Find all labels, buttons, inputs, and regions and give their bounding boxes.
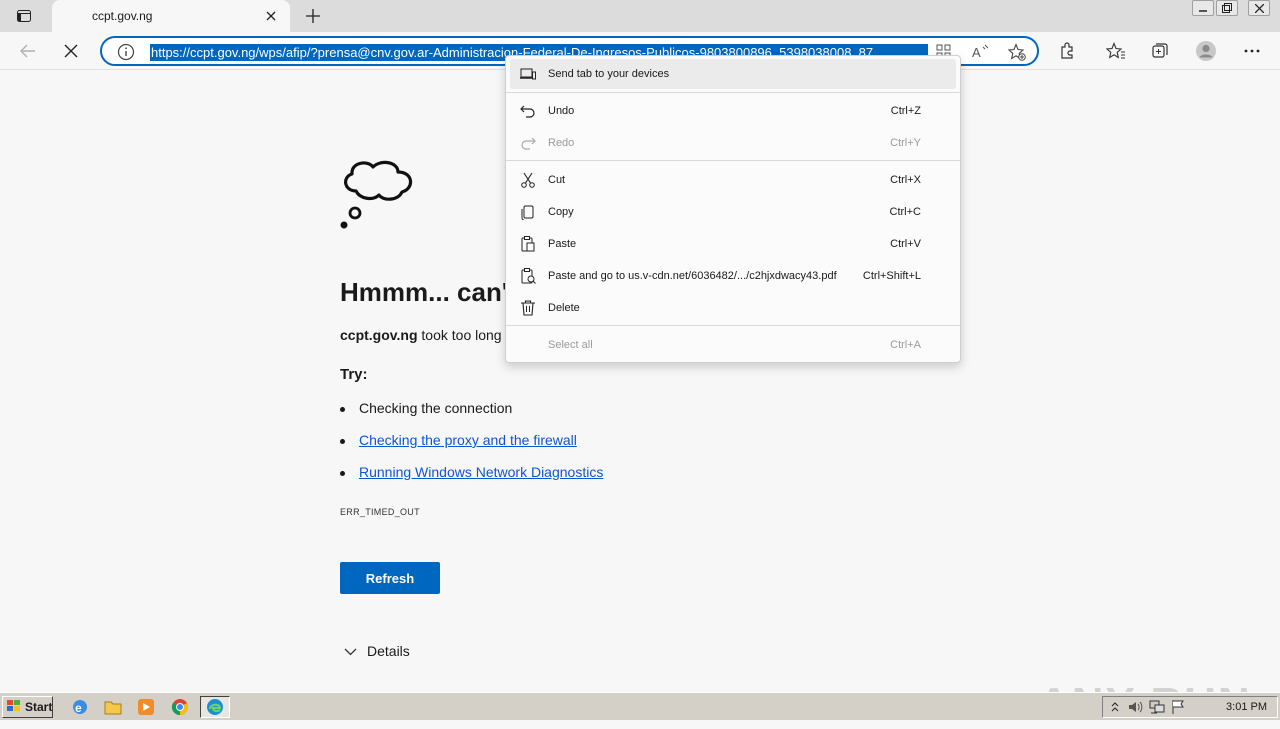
- chevron-down-icon: [344, 643, 357, 659]
- show-hidden-icons-icon[interactable]: [1111, 700, 1119, 718]
- send-to-devices-icon: [520, 66, 536, 82]
- read-aloud-icon[interactable]: A: [972, 44, 990, 65]
- site-info-icon[interactable]: [117, 43, 135, 61]
- details-label: Details: [367, 643, 410, 659]
- svg-text:A: A: [972, 45, 981, 60]
- back-arrow-icon[interactable]: [14, 37, 42, 65]
- menu-item-delete[interactable]: Delete: [510, 293, 956, 323]
- window-controls: [1192, 0, 1270, 16]
- tip-diagnostics-link[interactable]: Running Windows Network Diagnostics: [359, 464, 603, 480]
- undo-icon: [520, 103, 536, 119]
- menu-item-cut[interactable]: Cut Ctrl+X: [510, 165, 956, 195]
- thought-bubble-icon: [338, 157, 416, 238]
- menu-item-copy[interactable]: Copy Ctrl+C: [510, 197, 956, 227]
- paste-icon: [520, 236, 536, 252]
- minimize-icon[interactable]: [1192, 0, 1214, 16]
- tab-title: ccpt.gov.ng: [92, 9, 153, 23]
- restore-icon[interactable]: [1216, 0, 1238, 16]
- more-options-icon[interactable]: [1238, 37, 1266, 65]
- site-name: ccpt.gov.ng: [340, 327, 418, 343]
- menu-item-send-tab[interactable]: Send tab to your devices: [510, 59, 956, 89]
- menu-item-undo[interactable]: Undo Ctrl+Z: [510, 96, 956, 126]
- tip-item: Running Windows Network Diagnostics: [340, 464, 603, 480]
- scissors-icon: [520, 172, 536, 188]
- media-player-icon[interactable]: [135, 697, 157, 717]
- windows-logo-icon: [6, 699, 22, 716]
- active-tab[interactable]: ccpt.gov.ng: [52, 0, 290, 32]
- context-menu: Send tab to your devices Undo Ctrl+Z Red…: [505, 55, 961, 363]
- tip-item: Checking the connection: [340, 400, 512, 416]
- error-code: ERR_TIMED_OUT: [340, 507, 420, 517]
- file-explorer-icon[interactable]: [102, 697, 124, 717]
- tip-connection: Checking the connection: [359, 400, 513, 416]
- system-tray: 3:01 PM: [1102, 696, 1278, 718]
- favorites-icon[interactable]: [1102, 37, 1130, 65]
- action-center-flag-icon[interactable]: [1171, 699, 1185, 720]
- error-description-text: took too long: [417, 327, 502, 343]
- start-button[interactable]: Start: [2, 696, 53, 718]
- internet-explorer-icon[interactable]: e: [69, 697, 91, 717]
- page-title: Hmmm... can': [340, 277, 509, 307]
- taskbar: Start e 3:01 PM: [0, 692, 1280, 720]
- menu-item-redo[interactable]: Redo Ctrl+Y: [510, 128, 956, 158]
- paste-and-go-icon: [520, 268, 536, 284]
- menu-item-paste-and-go[interactable]: Paste and go to us.v-cdn.net/6036482/...…: [510, 261, 956, 291]
- try-heading: Try:: [340, 366, 368, 383]
- profile-avatar[interactable]: [1192, 37, 1220, 65]
- error-description: ccpt.gov.ng took too long: [340, 327, 502, 343]
- stop-loading-icon[interactable]: [57, 37, 85, 65]
- tip-item: Checking the proxy and the firewall: [340, 432, 577, 448]
- refresh-button[interactable]: Refresh: [340, 562, 440, 594]
- close-window-icon[interactable]: [1248, 0, 1270, 16]
- edge-taskbar-icon[interactable]: [200, 696, 230, 718]
- new-tab-icon[interactable]: [302, 5, 324, 27]
- trash-icon: [520, 300, 536, 316]
- redo-icon: [520, 135, 536, 151]
- clock[interactable]: 3:01 PM: [1226, 701, 1267, 713]
- chrome-icon[interactable]: [169, 697, 191, 717]
- add-favorite-icon[interactable]: [1007, 43, 1026, 66]
- svg-text:e: e: [75, 701, 82, 715]
- close-tab-icon[interactable]: [263, 8, 279, 24]
- volume-icon[interactable]: [1127, 699, 1143, 720]
- tab-strip: ccpt.gov.ng: [0, 0, 1280, 32]
- start-label: Start: [25, 700, 53, 714]
- extensions-icon[interactable]: [1053, 37, 1081, 65]
- menu-item-paste[interactable]: Paste Ctrl+V: [510, 229, 956, 259]
- details-toggle[interactable]: Details: [344, 643, 410, 659]
- copy-icon: [520, 204, 536, 220]
- tip-proxy-link[interactable]: Checking the proxy and the firewall: [359, 432, 577, 448]
- network-icon[interactable]: [1148, 699, 1166, 720]
- collections-icon[interactable]: [1146, 37, 1174, 65]
- tab-actions-icon[interactable]: [8, 5, 40, 27]
- menu-item-select-all[interactable]: Select all Ctrl+A: [510, 330, 956, 360]
